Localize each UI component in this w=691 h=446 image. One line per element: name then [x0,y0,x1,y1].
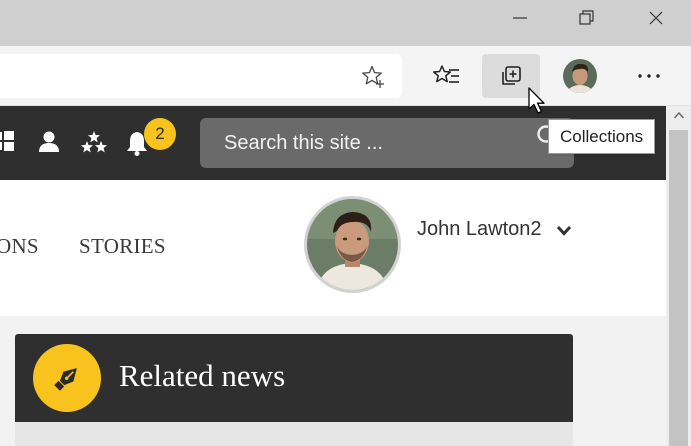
page-scrollbar[interactable] [666,106,691,446]
collections-tooltip: Collections [548,119,656,154]
user-name[interactable]: John Lawton2 [417,218,542,241]
site-search-box[interactable] [200,118,574,168]
user-icon[interactable] [37,130,61,159]
nav-link-stories[interactable]: STORIES [79,234,166,259]
more-horizontal-icon [638,74,660,78]
profile-button[interactable] [551,54,609,98]
related-news-body [15,422,573,446]
scroll-thumb[interactable] [669,130,688,446]
mouse-cursor-icon [527,86,547,121]
notification-badge[interactable]: 2 [144,118,176,150]
favorites-list-icon [432,65,459,83]
site-search-input[interactable] [200,118,530,168]
related-news-header: Related news [15,334,573,422]
site-nav: ONS STORIES John Lawton2 [0,180,666,316]
minimize-button[interactable] [497,0,543,36]
nav-link-partial[interactable]: ONS [0,234,39,259]
stars-icon[interactable] [80,130,108,159]
content-area: Related news [0,316,666,446]
minimize-icon [513,17,527,19]
fountain-pen-icon [33,344,101,412]
chevron-down-icon[interactable] [556,224,572,242]
restore-button[interactable] [564,0,610,36]
collections-icon [502,66,521,85]
restore-icon [579,10,594,25]
scroll-up-arrow-icon[interactable] [666,110,691,126]
browser-toolbar [0,46,691,106]
more-button[interactable] [620,54,678,98]
favorites-button[interactable] [417,54,475,98]
star-add-icon[interactable] [360,64,386,90]
close-button[interactable] [633,0,679,36]
windows-icon[interactable] [0,130,14,157]
title-bar [0,0,691,46]
related-news-title: Related news [119,358,286,393]
address-bar[interactable] [0,54,402,98]
close-icon [649,11,663,25]
avatar [563,59,597,93]
profile-photo[interactable] [304,196,401,293]
